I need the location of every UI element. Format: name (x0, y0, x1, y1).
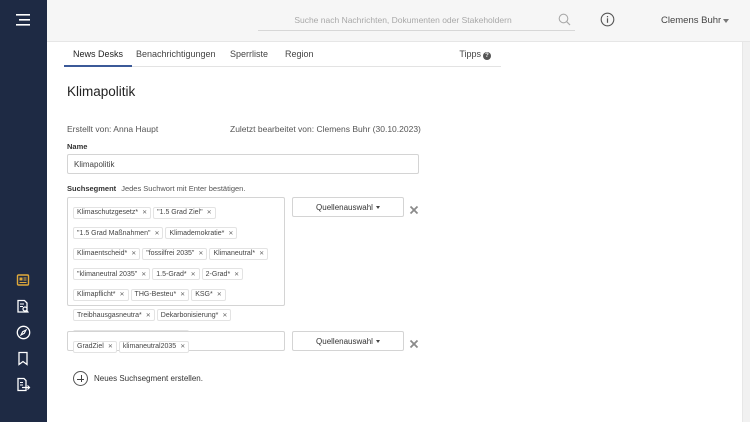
keyword-tag-label: "fossilfrei 2035" (146, 250, 195, 257)
remove-tag-icon[interactable]: ✕ (207, 209, 212, 216)
remove-tag-icon[interactable]: ✕ (228, 230, 233, 237)
tab-region[interactable]: Region (285, 43, 314, 67)
keyword-tag[interactable]: "fossilfrei 2035" ✕ (142, 247, 208, 260)
news-desk-icon[interactable] (14, 271, 32, 289)
document-search-icon[interactable] (14, 297, 32, 315)
tab-sperrliste[interactable]: Sperrliste (230, 43, 268, 67)
tab-benachrichtigungen[interactable]: Benachrichtigungen (136, 43, 216, 67)
keyword-tag[interactable]: 2-Grad* ✕ (201, 268, 244, 280)
keyword-tag[interactable]: "klimaneutral 2035" ✕ (73, 268, 151, 280)
keyword-tag-label: KSG* (195, 291, 213, 298)
keyword-tag[interactable]: Klimademokratie* ✕ (165, 227, 238, 239)
chevron-down-icon[interactable] (723, 19, 729, 23)
sidebar (0, 0, 47, 422)
remove-tag-icon[interactable]: ✕ (198, 250, 203, 257)
keyword-tag-label: GradZiel (77, 343, 104, 350)
search-segment-2[interactable]: GradZiel ✕ klimaneutral2035 ✕ (67, 331, 285, 353)
page-title: Klimapolitik (67, 84, 136, 99)
keyword-tag-label: Klimapflicht* (77, 291, 116, 298)
compass-icon[interactable] (14, 323, 32, 341)
keyword-tag[interactable]: Klimaschutzgesetz* ✕ (73, 206, 152, 219)
search-icon[interactable] (558, 13, 571, 31)
caret-down-icon (375, 205, 380, 209)
remove-tag-icon[interactable]: ✕ (141, 271, 146, 278)
source-select-button-2[interactable]: Quellenauswahl (292, 331, 404, 351)
remove-tag-icon[interactable]: ✕ (154, 230, 159, 237)
keyword-tag-label: Klimaentscheid* (77, 250, 128, 257)
top-bar: Clemens Buhr (47, 0, 750, 42)
keyword-tag-label: Klimaneutral* (213, 250, 256, 257)
remove-tag-icon[interactable]: ✕ (234, 271, 239, 278)
segment-hint: Jedes Suchwort mit Enter bestätigen. (121, 184, 246, 193)
remove-tag-icon[interactable]: ✕ (180, 343, 185, 350)
keyword-tag-label: "klimaneutral 2035" (77, 270, 138, 278)
remove-tag-icon[interactable]: ✕ (191, 271, 196, 278)
name-label: Name (67, 142, 88, 151)
remove-tag-icon[interactable]: ✕ (259, 250, 264, 257)
keyword-tag[interactable]: "1.5 Grad Ziel" ✕ (153, 206, 216, 219)
remove-tag-icon[interactable]: ✕ (146, 312, 151, 319)
segment-label-row: Suchsegment Jedes Suchwort mit Enter best… (67, 184, 245, 193)
keyword-tag-label: "1.5 Grad Ziel" (157, 209, 203, 216)
remove-tag-icon[interactable]: ✕ (131, 250, 136, 257)
keyword-tag-label: 2-Grad* (205, 270, 231, 278)
keyword-tag-label: Klimademokratie* (169, 229, 225, 237)
tips-link[interactable]: Tipps? (459, 43, 491, 67)
keyword-tag[interactable]: "1.5 Grad Maßnahmen" ✕ (73, 227, 164, 239)
scrollbar[interactable] (742, 42, 750, 422)
bookmark-icon[interactable] (14, 349, 32, 367)
name-input[interactable] (67, 154, 419, 174)
keyword-tag[interactable]: THG-Besteu* ✕ (130, 288, 190, 301)
keyword-tag-label: klimaneutral2035 (122, 343, 177, 350)
export-icon[interactable] (14, 375, 32, 393)
help-icon: ? (483, 52, 491, 60)
info-icon[interactable] (600, 12, 615, 32)
keyword-tag[interactable]: Klimapflicht* ✕ (73, 288, 129, 301)
search-bar (258, 9, 575, 31)
search-input[interactable] (258, 9, 548, 31)
keyword-tag[interactable]: Dekarbonisierung* ✕ (156, 309, 232, 321)
remove-tag-icon[interactable]: ✕ (217, 291, 222, 298)
remove-tag-icon[interactable]: ✕ (120, 291, 125, 298)
keyword-tag[interactable]: Klimaentscheid* ✕ (73, 247, 141, 260)
keyword-tag-label: Treibhausgasneutra* (77, 311, 142, 319)
user-menu[interactable]: Clemens Buhr (661, 15, 721, 26)
keyword-tag-label: 1.5-Grad* (156, 270, 187, 278)
keyword-tag[interactable]: Klimaneutral* ✕ (209, 247, 269, 260)
search-segment-1[interactable]: Klimaschutzgesetz* ✕ "1.5 Grad Ziel" ✕ "1.5 … (67, 197, 285, 342)
keyword-tag-label: "1.5 Grad Maßnahmen" (77, 229, 151, 237)
keyword-tag[interactable]: KSG* ✕ (191, 288, 226, 301)
remove-tag-icon[interactable]: ✕ (142, 209, 147, 216)
keyword-tag[interactable]: 1.5-Grad* ✕ (152, 268, 200, 280)
last-edited: Zuletzt bearbeitet von: Clemens Buhr (30… (230, 124, 421, 134)
tab-news-desks[interactable]: News Desks (64, 43, 133, 67)
keyword-tag-label: THG-Besteu* (134, 291, 177, 298)
delete-segment-2-icon[interactable] (409, 336, 419, 349)
keyword-tag-label: Klimaschutzgesetz* (77, 209, 139, 216)
delete-segment-1-icon[interactable] (409, 202, 419, 215)
plus-circle-icon (73, 371, 88, 386)
add-segment-button[interactable]: Neues Suchsegment erstellen. (73, 371, 203, 386)
created-by: Erstellt von: Anna Haupt (67, 124, 159, 134)
tab-bar: News Desks Benachrichtigungen Sperrliste… (64, 43, 501, 67)
remove-tag-icon[interactable]: ✕ (222, 312, 227, 319)
source-select-button-1[interactable]: Quellenauswahl (292, 197, 404, 217)
menu-icon[interactable] (14, 11, 32, 29)
keyword-tag[interactable]: GradZiel ✕ (73, 340, 117, 353)
keyword-tag[interactable]: Treibhausgasneutra* ✕ (73, 309, 155, 321)
keyword-tag[interactable]: klimaneutral2035 ✕ (118, 340, 190, 353)
add-segment-label: Neues Suchsegment erstellen. (94, 374, 203, 383)
caret-down-icon (375, 339, 380, 343)
segment-label: Suchsegment (67, 184, 117, 193)
keyword-tag-label: Dekarbonisierung* (160, 311, 219, 319)
remove-tag-icon[interactable]: ✕ (108, 343, 113, 350)
remove-tag-icon[interactable]: ✕ (180, 291, 185, 298)
